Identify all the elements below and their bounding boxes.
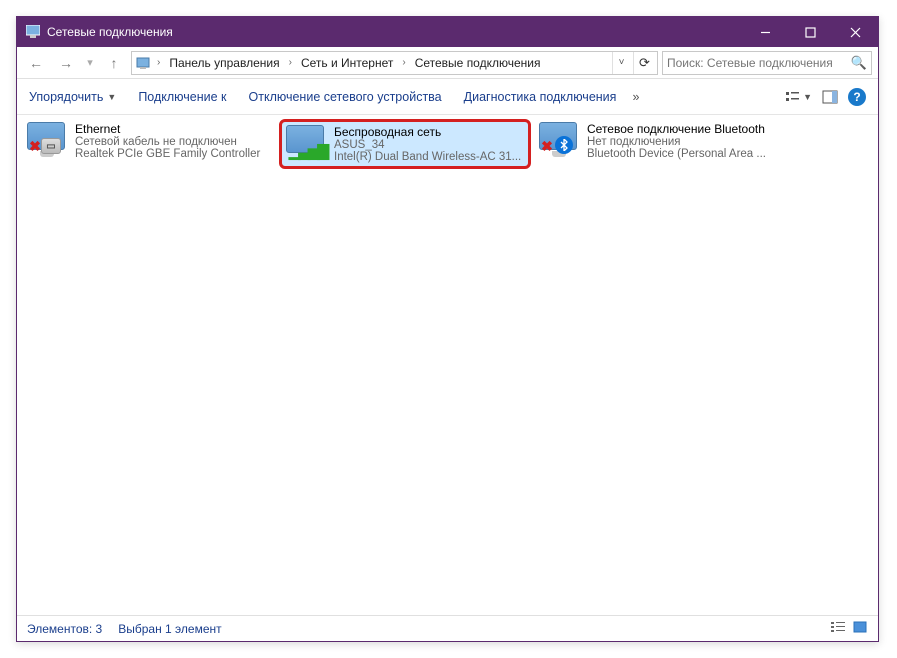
connection-item-ethernet[interactable]: ✖ ▭ Ethernet Сетевой кабель не подключен… [23, 119, 275, 163]
connection-status: Сетевой кабель не подключен [75, 136, 271, 148]
minimize-button[interactable] [743, 17, 788, 47]
connection-device: Intel(R) Dual Band Wireless-AC 31... [334, 151, 524, 163]
back-button[interactable]: ← [23, 51, 49, 75]
chevron-down-icon: ▼ [107, 92, 116, 102]
connection-icon: ✖ ▭ [27, 122, 69, 150]
search-icon[interactable]: 🔍 [847, 55, 867, 71]
selected-count: Выбран 1 элемент [118, 622, 221, 636]
statusbar: Элементов: 3 Выбран 1 элемент [17, 615, 878, 641]
connection-device: Bluetooth Device (Personal Area ... [587, 148, 783, 160]
chevron-icon: › [287, 57, 294, 68]
connect-to-button[interactable]: Подключение к [138, 90, 226, 104]
history-dropdown[interactable]: ▾ [83, 51, 97, 75]
breadcrumb-item[interactable]: Панель управления [165, 56, 283, 70]
error-x-icon: ✖ [537, 138, 557, 154]
view-options-button[interactable]: ▼ [785, 90, 812, 104]
connection-name: Ethernet [75, 122, 271, 136]
window-controls [743, 17, 878, 47]
address-bar[interactable]: › Панель управления › Сеть и Интернет › … [131, 51, 658, 75]
connection-status: Нет подключения [587, 136, 783, 148]
large-icons-view-button[interactable] [852, 620, 868, 637]
refresh-button[interactable]: ⟳ [633, 52, 655, 74]
connection-icon: ▁▃▅▇ [286, 125, 328, 153]
chevron-icon: › [155, 57, 162, 68]
search-input[interactable] [667, 52, 847, 74]
content-area[interactable]: ✖ ▭ Ethernet Сетевой кабель не подключен… [17, 115, 878, 615]
help-button[interactable]: ? [848, 88, 866, 106]
disable-device-button[interactable]: Отключение сетевого устройства [249, 90, 442, 104]
breadcrumb-item[interactable]: Сетевые подключения [411, 56, 545, 70]
ethernet-plug-icon: ▭ [41, 138, 61, 154]
chevron-down-icon: ▼ [803, 92, 812, 102]
connection-item-wireless[interactable]: ▁▃▅▇ Беспроводная сеть ASUS_34 Intel(R) … [279, 119, 531, 169]
item-count: Элементов: 3 [27, 622, 102, 636]
connection-device: Realtek PCIe GBE Family Controller [75, 148, 271, 160]
diagnostics-button[interactable]: Диагностика подключения [464, 90, 617, 104]
window: Сетевые подключения ← → ▾ ↑ › Панель упр… [16, 16, 879, 642]
forward-button[interactable]: → [53, 51, 79, 75]
address-dropdown[interactable]: ˅ [612, 52, 630, 74]
close-button[interactable] [833, 17, 878, 47]
toolbar-overflow[interactable]: » [632, 90, 639, 104]
navbar: ← → ▾ ↑ › Панель управления › Сеть и Инт… [17, 47, 878, 79]
preview-pane-button[interactable] [822, 90, 838, 104]
location-icon [134, 54, 152, 72]
titlebar[interactable]: Сетевые подключения [17, 17, 878, 47]
connection-icon: ✖ [539, 122, 581, 150]
up-button[interactable]: ↑ [101, 51, 127, 75]
bluetooth-icon [555, 136, 573, 154]
organize-menu[interactable]: Упорядочить ▼ [29, 90, 116, 104]
details-view-button[interactable] [830, 620, 846, 637]
chevron-icon: › [400, 57, 407, 68]
app-icon [25, 24, 41, 40]
connection-name: Беспроводная сеть [334, 125, 524, 139]
connection-name: Сетевое подключение Bluetooth [587, 122, 783, 136]
connection-item-bluetooth[interactable]: ✖ Сетевое подключение Bluetooth Нет подк… [535, 119, 787, 163]
maximize-button[interactable] [788, 17, 833, 47]
signal-bars-icon: ▁▃▅▇ [298, 143, 318, 159]
window-title: Сетевые подключения [47, 25, 743, 39]
toolbar: Упорядочить ▼ Подключение к Отключение с… [17, 79, 878, 115]
search-box[interactable]: 🔍 [662, 51, 872, 75]
breadcrumb-item[interactable]: Сеть и Интернет [297, 56, 397, 70]
connection-status: ASUS_34 [334, 139, 524, 151]
